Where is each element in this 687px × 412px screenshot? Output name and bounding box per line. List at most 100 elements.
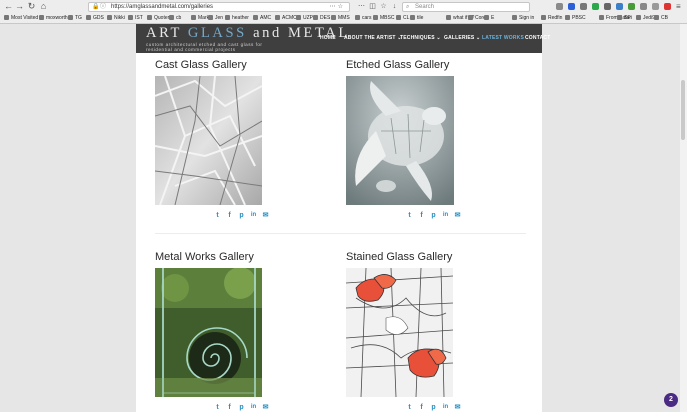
- extension-icon[interactable]: [664, 3, 671, 10]
- linkedin-icon[interactable]: in: [250, 404, 257, 411]
- extension-icon[interactable]: [604, 3, 611, 10]
- bookmark-item[interactable]: UZP: [296, 14, 313, 23]
- gallery-title[interactable]: Metal Works Gallery: [155, 251, 254, 263]
- stained-glass-image[interactable]: [346, 268, 453, 397]
- nav-item-contact[interactable]: CONTACT: [525, 35, 550, 41]
- pinterest-icon[interactable]: p: [430, 404, 437, 411]
- email-icon[interactable]: ✉: [262, 212, 269, 219]
- search-input[interactable]: ⌕ Search: [402, 2, 530, 12]
- scrollbar-thumb[interactable]: [681, 80, 685, 140]
- bookmark-item[interactable]: Nikki: [107, 14, 125, 23]
- extension-icon[interactable]: [568, 3, 575, 10]
- pinterest-icon[interactable]: p: [238, 212, 245, 219]
- bookmark-item[interactable]: CB: [654, 14, 668, 23]
- page-actions-icon[interactable]: ⋯☆: [330, 3, 345, 11]
- chevron-down-icon: ⌄: [474, 35, 481, 41]
- bookmark-item[interactable]: MMS: [331, 14, 350, 23]
- menu-icon[interactable]: ≡: [676, 3, 683, 11]
- bookmark-item[interactable]: MBSC: [373, 14, 394, 23]
- metal-works-image[interactable]: [155, 268, 262, 397]
- bookmark-label: IST: [135, 15, 143, 21]
- bookmark-item[interactable]: cars: [355, 14, 371, 23]
- extension-icon[interactable]: [652, 3, 659, 10]
- bookmark-item[interactable]: TG: [68, 14, 82, 23]
- bookmark-item[interactable]: Redfin: [541, 14, 562, 23]
- extension-icon[interactable]: [628, 3, 635, 10]
- etched-glass-image[interactable]: [346, 76, 454, 205]
- facebook-icon[interactable]: f: [418, 212, 425, 219]
- twitter-icon[interactable]: t: [406, 404, 413, 411]
- bookmark-star-icon[interactable]: ☆: [378, 1, 389, 12]
- nav-item-galleries[interactable]: GALLERIES ⌄: [444, 35, 480, 41]
- nav-item-home[interactable]: HOME: [320, 35, 336, 41]
- nav-item-latest-works[interactable]: LATEST WORKS: [482, 35, 524, 41]
- bookmark-item[interactable]: PBSC: [565, 14, 586, 23]
- email-icon[interactable]: ✉: [454, 404, 461, 411]
- bookmark-label: cb: [176, 15, 182, 21]
- bookmark-item[interactable]: SP: [617, 14, 631, 23]
- twitter-icon[interactable]: t: [214, 404, 221, 411]
- bookmark-icon: [107, 15, 112, 20]
- bookmark-icon: [253, 15, 258, 20]
- home-icon[interactable]: ⌂: [38, 1, 49, 12]
- bookmark-item[interactable]: Sign in: [512, 14, 534, 23]
- url-bar[interactable]: ⓘ 🔒 https://amglassandmetal.com/gallerie…: [88, 2, 350, 12]
- more-icon[interactable]: ⋯: [356, 1, 367, 12]
- nav-item-techniques[interactable]: TECHNIQUES ⌄: [400, 35, 441, 41]
- extension-icon[interactable]: [616, 3, 623, 10]
- bookmark-item[interactable]: cb: [169, 14, 181, 23]
- bookmark-item[interactable]: IST: [128, 14, 143, 23]
- site-info-icon[interactable]: ⓘ: [100, 3, 106, 11]
- reload-icon[interactable]: ↻: [26, 1, 37, 12]
- bookmark-item[interactable]: moxworth: [39, 14, 68, 23]
- bookmark-item[interactable]: E: [484, 14, 494, 23]
- bookmark-label: Jen: [215, 15, 224, 21]
- extension-icon[interactable]: [592, 3, 599, 10]
- bookmark-icon: [599, 15, 604, 20]
- gallery-title[interactable]: Cast Glass Gallery: [155, 59, 247, 71]
- bookmark-item[interactable]: CL: [396, 14, 409, 23]
- gallery-title[interactable]: Etched Glass Gallery: [346, 59, 449, 71]
- pocket-icon[interactable]: ◫: [367, 1, 378, 12]
- nav-item-about-the-artist[interactable]: ABOUT THE ARTIST ⌄: [344, 35, 402, 41]
- bookmark-icon: [373, 15, 378, 20]
- library-icon[interactable]: [556, 3, 563, 10]
- bookmark-item[interactable]: GDS: [86, 14, 104, 23]
- twitter-icon[interactable]: t: [214, 212, 221, 219]
- notification-badge[interactable]: 2: [664, 393, 678, 407]
- extension-icon[interactable]: [580, 3, 587, 10]
- pinterest-icon[interactable]: p: [238, 404, 245, 411]
- bookmark-item[interactable]: AMC: [253, 14, 271, 23]
- forward-icon[interactable]: →: [14, 1, 25, 12]
- pinterest-icon[interactable]: p: [430, 212, 437, 219]
- linkedin-icon[interactable]: in: [250, 212, 257, 219]
- search-icon: ⌕: [406, 4, 410, 10]
- nav-label: GALLERIES: [444, 35, 475, 41]
- bookmark-icon: [512, 15, 517, 20]
- bookmark-icon: [191, 15, 196, 20]
- facebook-icon[interactable]: f: [226, 212, 233, 219]
- bookmark-item[interactable]: Jen: [208, 14, 223, 23]
- linkedin-icon[interactable]: in: [442, 212, 449, 219]
- extension-icon[interactable]: [640, 3, 647, 10]
- linkedin-icon[interactable]: in: [442, 404, 449, 411]
- download-icon[interactable]: ↓: [389, 1, 400, 12]
- bookmark-item[interactable]: Quoten: [147, 14, 170, 23]
- bookmark-item[interactable]: tile: [410, 14, 423, 23]
- cast-glass-image[interactable]: [155, 76, 262, 205]
- bookmark-label: Nikki: [114, 15, 125, 21]
- facebook-icon[interactable]: f: [226, 404, 233, 411]
- facebook-icon[interactable]: f: [418, 404, 425, 411]
- email-icon[interactable]: ✉: [454, 212, 461, 219]
- bookmark-label: PBSC: [572, 15, 586, 21]
- bookmark-item[interactable]: Mark: [191, 14, 209, 23]
- email-icon[interactable]: ✉: [262, 404, 269, 411]
- bookmark-item[interactable]: DES: [313, 14, 330, 23]
- back-icon[interactable]: ←: [3, 1, 14, 12]
- bookmark-item[interactable]: ACMC: [275, 14, 297, 23]
- bookmark-item[interactable]: Jedi9: [636, 14, 655, 23]
- twitter-icon[interactable]: t: [406, 212, 413, 219]
- bookmark-item[interactable]: heather: [225, 14, 249, 23]
- gallery-title[interactable]: Stained Glass Gallery: [346, 251, 452, 263]
- bookmark-item[interactable]: Most Visited: [4, 14, 38, 23]
